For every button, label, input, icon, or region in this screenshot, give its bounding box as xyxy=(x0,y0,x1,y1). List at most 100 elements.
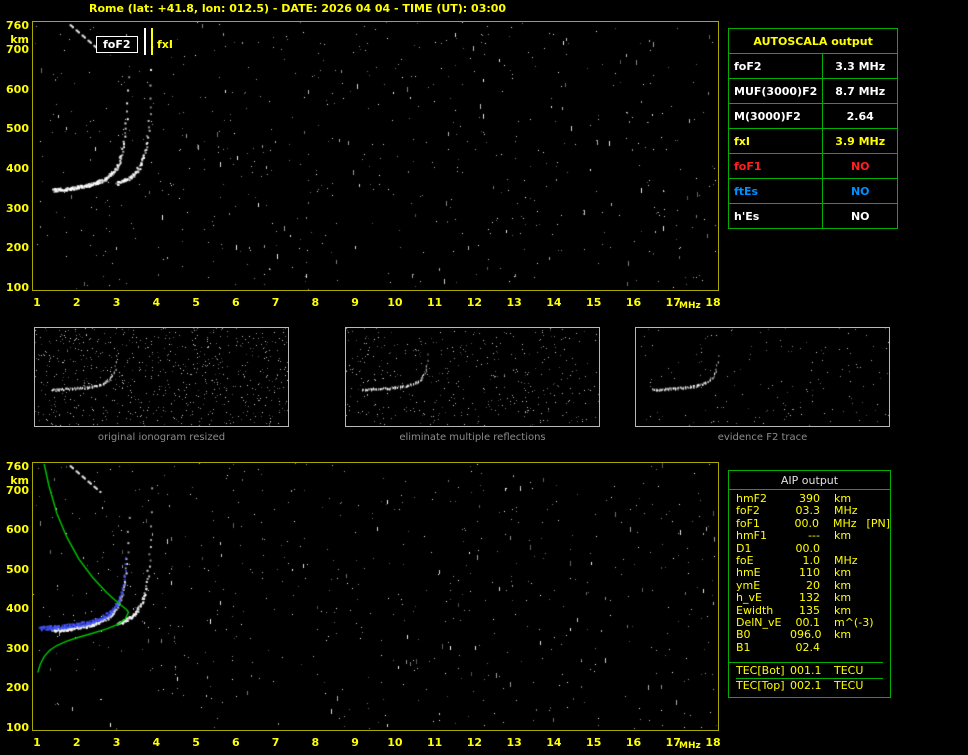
param-cell: foF2 xyxy=(727,53,824,79)
thumbnail-canvas xyxy=(636,328,889,426)
tec-row: TEC[Top] 002.1 TECU xyxy=(736,679,890,693)
y-tick-label: 760 xyxy=(6,460,29,473)
tec-rows: TEC[Bot] 001.1 TECU TEC[Top] 002.1 TECU xyxy=(729,664,890,693)
aip-row: hmE 110 km xyxy=(736,566,890,580)
x-tick-label: 3 xyxy=(112,296,121,309)
tec-row: TEC[Bot] 001.1 TECU xyxy=(736,664,890,678)
top-ionogram-plot: foF2 fxI xyxy=(32,21,719,291)
table-row: foF1 NO xyxy=(727,153,899,179)
x-tick-label: 13 xyxy=(506,296,522,309)
x-tick-label: 16 xyxy=(625,296,642,309)
param-value: 001.1 xyxy=(790,664,822,678)
x-tick-label: 4 xyxy=(152,296,161,309)
y-tick-label: 100 xyxy=(6,281,29,294)
x-tick-label: 1 xyxy=(33,736,41,749)
y-tick-label: 760 xyxy=(6,19,29,32)
param-unit: km xyxy=(834,529,852,543)
table-row: M(3000)F2 2.64 xyxy=(727,103,899,129)
param-unit xyxy=(820,543,834,555)
value-cell: 8.7 MHz xyxy=(822,78,899,104)
aip-output-panel: AIP output hmF2 390 km foF2 03.3 MHz foF1 00.… xyxy=(728,470,891,698)
x-tick-label: 1 xyxy=(33,296,41,309)
aip-row: h_vE 132 km xyxy=(736,591,890,605)
x-tick-label: 8 xyxy=(311,736,320,749)
param-unit: MHz xyxy=(834,504,858,518)
x-tick-label: 12 xyxy=(466,736,483,749)
param-label: hmE xyxy=(736,566,761,580)
param-label: TEC[Bot] xyxy=(736,664,785,678)
thumbnail-multiple-reflections xyxy=(345,327,600,427)
param-unit: km xyxy=(834,591,852,605)
param-label: B1 xyxy=(736,640,751,654)
page-title: Rome (lat: +41.8, lon: 012.5) - DATE: 20… xyxy=(89,2,507,15)
table-row: ftEs NO xyxy=(727,178,899,204)
x-tick-label: 10 xyxy=(387,736,403,749)
x-tick-label: 10 xyxy=(387,296,403,309)
x-tick-label: 18 xyxy=(705,736,721,749)
param-value: 096.0 xyxy=(790,628,822,642)
y-tick-label: 200 xyxy=(6,681,29,695)
x-tick-label: 15 xyxy=(586,296,602,309)
param-label: foF2 xyxy=(736,504,760,518)
param-value: 02.4 xyxy=(795,640,821,654)
x-tick-label: 7 xyxy=(271,296,280,309)
x-tick-label: 16 xyxy=(625,736,642,749)
param-value: 132 xyxy=(799,591,820,605)
aip-row: hmF1 --- km xyxy=(736,529,890,543)
param-cell: M(3000)F2 xyxy=(727,103,824,129)
x-tick-label: 6 xyxy=(231,296,240,309)
autoscala-app-screen: Rome (lat: +41.8, lon: 012.5) - DATE: 20… xyxy=(0,0,968,755)
top-ionogram-canvas xyxy=(33,22,718,290)
thumbnail-caption: original ionogram resized xyxy=(97,432,226,443)
value-cell: 2.64 xyxy=(822,103,899,129)
aip-row: B1 02.4 xyxy=(736,640,890,654)
param-label: hmF1 xyxy=(736,529,768,543)
x-tick-label: 8 xyxy=(311,296,320,309)
x-tick-label: 14 xyxy=(546,296,562,309)
x-tick-label: 13 xyxy=(506,736,522,749)
param-value: 110 xyxy=(799,566,820,580)
y-tick-label: 200 xyxy=(6,241,29,255)
autoscala-table-title: AUTOSCALA output xyxy=(727,28,899,54)
table-row: MUF(3000)F2 8.7 MHz xyxy=(727,78,899,104)
x-tick-label: 5 xyxy=(192,296,200,309)
param-label: TEC[Top] xyxy=(736,679,785,693)
fxI-marker-line xyxy=(151,28,153,55)
y-tick-label: 500 xyxy=(6,562,29,576)
param-label: B0 xyxy=(736,628,751,642)
param-unit: km xyxy=(834,628,852,642)
x-axis-unit-label: MHz xyxy=(679,301,701,311)
param-cell: h'Es xyxy=(727,203,824,229)
thumbnail-canvas xyxy=(346,328,599,426)
param-cell: fxI xyxy=(727,128,824,154)
bottom-ionogram-canvas xyxy=(33,463,718,730)
table-row: fxI 3.9 MHz xyxy=(727,128,899,154)
param-unit xyxy=(820,642,834,654)
x-tick-label: 14 xyxy=(546,736,562,749)
bottom-ionogram-plot xyxy=(32,462,719,731)
x-tick-label: 5 xyxy=(192,736,200,749)
x-tick-label: 11 xyxy=(426,296,443,309)
y-tick-label: 400 xyxy=(6,161,29,175)
param-cell: ftEs xyxy=(727,178,824,204)
thumbnail-original-ionogram xyxy=(34,327,289,427)
x-tick-label: 18 xyxy=(705,296,721,309)
x-tick-label: 9 xyxy=(351,736,359,749)
param-unit: TECU xyxy=(834,679,864,693)
value-cell: 3.3 MHz xyxy=(822,53,899,79)
value-cell: NO xyxy=(822,203,899,229)
param-value: 002.1 xyxy=(790,679,822,693)
param-unit: TECU xyxy=(834,664,864,678)
y-tick-label: 300 xyxy=(6,201,29,215)
fxI-label: fxI xyxy=(157,38,173,51)
autoscala-output-table: AUTOSCALA output foF2 3.3 MHz MUF(3000)F… xyxy=(727,28,899,229)
aip-row: B0 096.0 km xyxy=(736,628,890,642)
y-axis-unit-label: km xyxy=(10,474,29,487)
param-extra: [PN] xyxy=(866,516,890,530)
thumbnail-caption: evidence F2 trace xyxy=(717,432,808,443)
x-tick-label: 7 xyxy=(271,736,280,749)
aip-row: foF2 03.3 MHz xyxy=(736,504,890,518)
value-cell: 3.9 MHz xyxy=(822,128,899,154)
y-tick-label: 600 xyxy=(6,82,29,96)
y-tick-label: 400 xyxy=(6,602,29,616)
